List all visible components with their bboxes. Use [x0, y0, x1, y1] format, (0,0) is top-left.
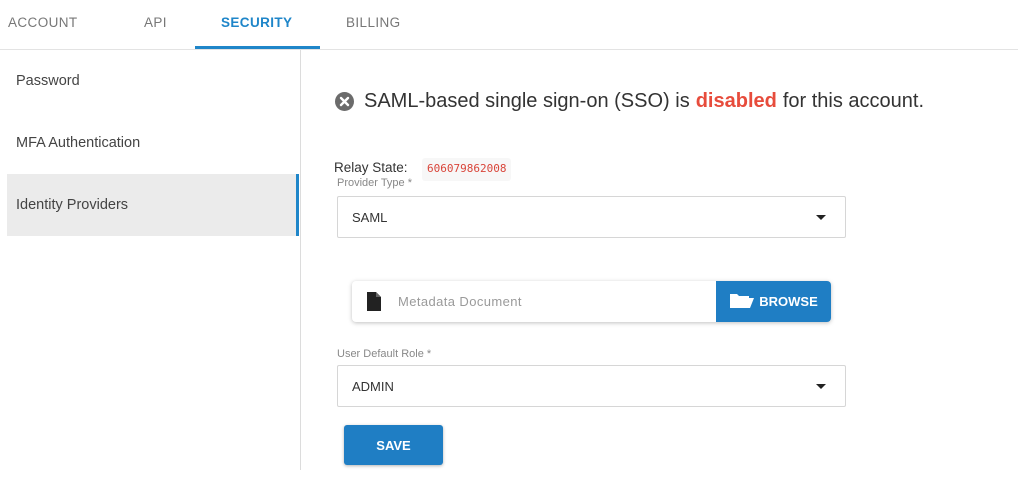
sso-status-suffix: for this account. [782, 90, 925, 112]
user-role-select[interactable]: ADMIN [337, 365, 846, 407]
tab-api[interactable]: API [144, 15, 167, 30]
relay-state-label: Relay State: [334, 160, 408, 175]
user-role-value: ADMIN [352, 379, 394, 394]
sso-state-word: disabled [695, 90, 777, 112]
sidebar-item-label: Identity Providers [16, 197, 129, 213]
provider-type-value: SAML [352, 210, 388, 225]
tab-billing[interactable]: BILLING [346, 15, 401, 30]
sidebar-item-identity-providers[interactable]: Identity Providers [7, 174, 299, 236]
active-tab-indicator [195, 46, 320, 49]
sidebar: Password MFA Authentication Identity Pro… [0, 50, 301, 470]
file-icon [367, 292, 381, 316]
browse-button[interactable]: BROWSE [716, 281, 831, 322]
sidebar-item-label: Password [16, 73, 80, 89]
tab-bar: ACCOUNT API SECURITY BILLING [0, 0, 1018, 50]
user-role-label: User Default Role * [337, 348, 432, 360]
sso-status-message: SAML-based single sign-on (SSO) is disab… [335, 90, 924, 113]
x-circle-icon [335, 92, 354, 111]
caret-down-icon [816, 384, 826, 389]
provider-type-select[interactable]: SAML [337, 196, 846, 238]
metadata-file-input[interactable]: Metadata Document BROWSE [352, 281, 831, 322]
sidebar-item-label: MFA Authentication [16, 135, 141, 151]
browse-label: BROWSE [759, 294, 818, 309]
sidebar-item-mfa-authentication[interactable]: MFA Authentication [7, 112, 299, 174]
metadata-placeholder: Metadata Document [398, 294, 522, 309]
sidebar-item-password[interactable]: Password [7, 50, 299, 112]
save-button[interactable]: SAVE [344, 425, 443, 465]
sso-status-prefix: SAML-based single sign-on (SSO) is [364, 90, 690, 112]
tab-account[interactable]: ACCOUNT [8, 15, 78, 30]
caret-down-icon [816, 215, 826, 220]
folder-open-icon [729, 291, 755, 312]
relay-state-value: 606079862008 [422, 158, 512, 181]
main-panel: SAML-based single sign-on (SSO) is disab… [302, 50, 1024, 478]
provider-type-label: Provider Type * [337, 177, 413, 189]
tab-security[interactable]: SECURITY [221, 15, 292, 30]
